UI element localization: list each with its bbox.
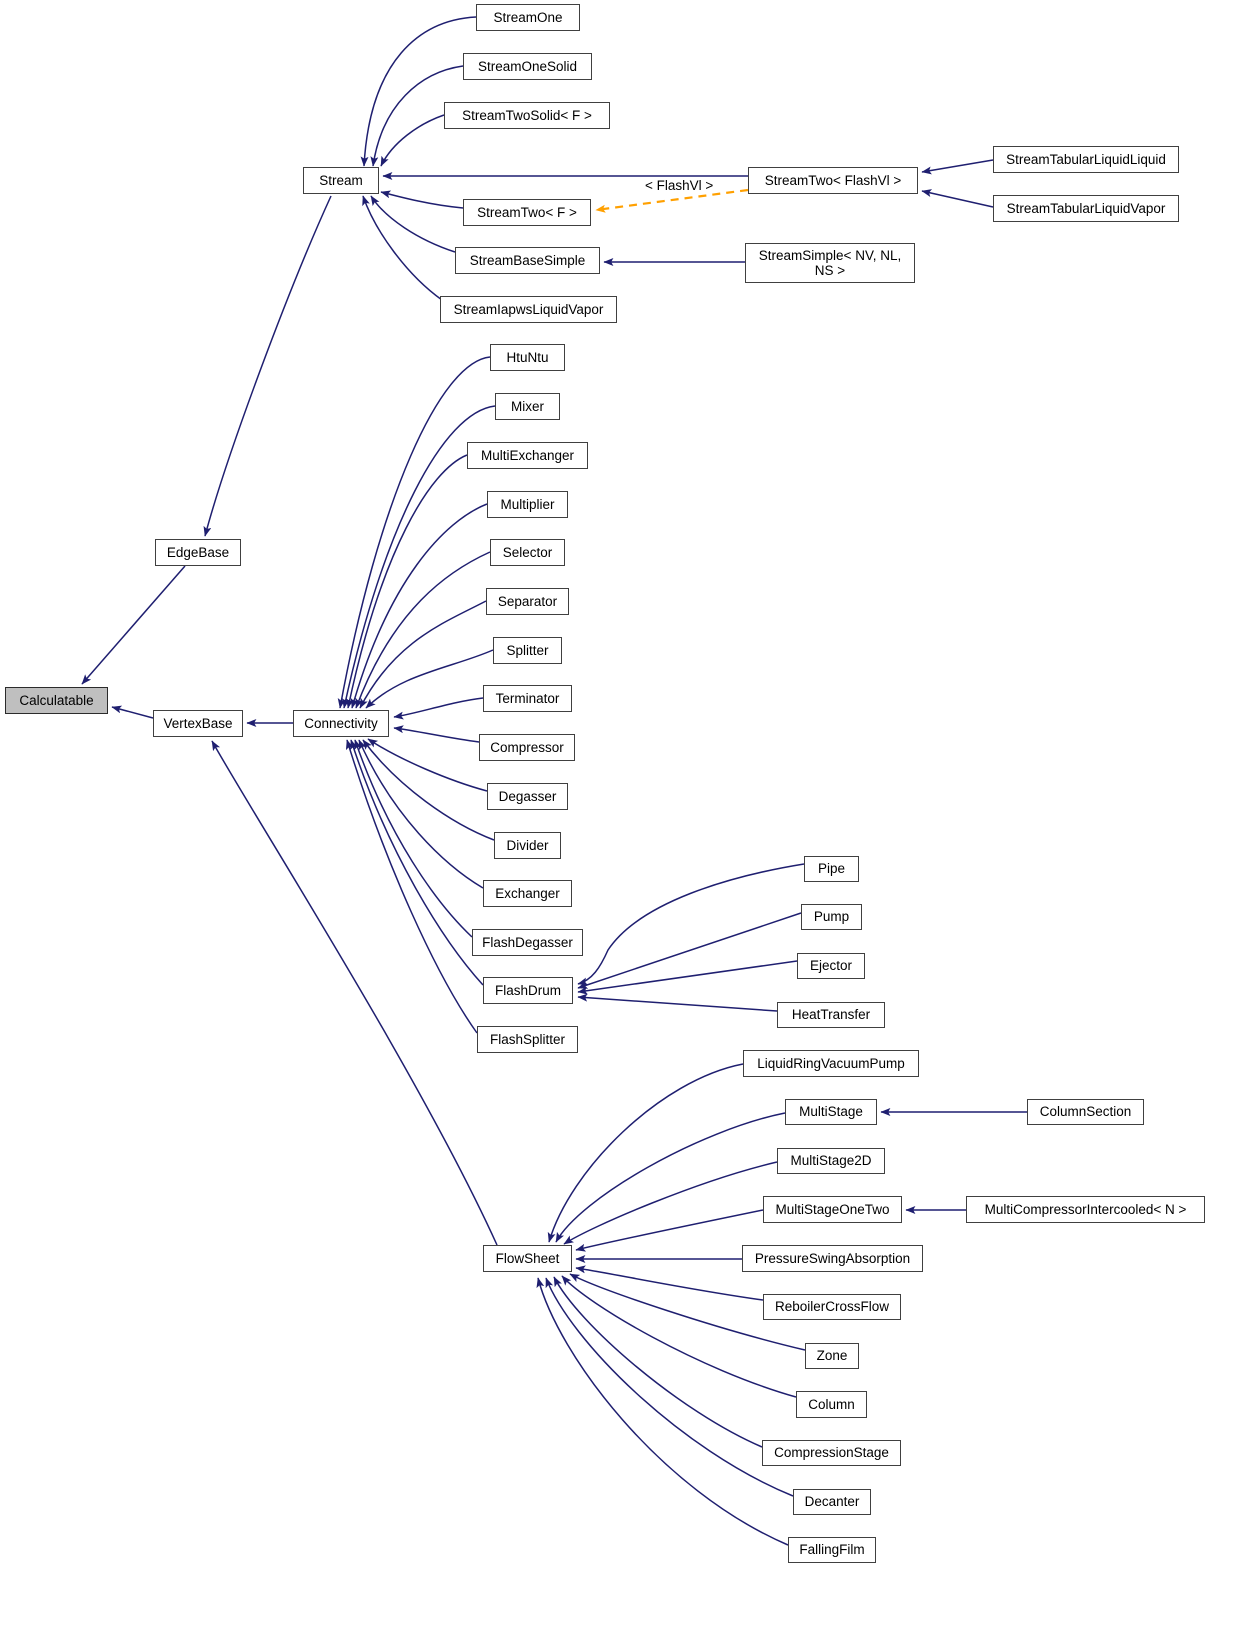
class-node-flash-degasser[interactable]: FlashDegasser (472, 929, 583, 956)
edge-vertex-base-to-calculatable (111, 705, 154, 719)
class-node-stream-one[interactable]: StreamOne (476, 4, 580, 31)
class-node-stream-two-f[interactable]: StreamTwo< F > (463, 199, 591, 226)
class-node-mixer[interactable]: Mixer (495, 393, 560, 420)
class-node-selector[interactable]: Selector (490, 539, 565, 566)
edge-flash-drum-to-connectivity (350, 739, 484, 986)
edge-multiplier-to-connectivity (350, 503, 488, 709)
edge-multi-stage-one-two-to-flow-sheet (575, 1209, 764, 1252)
edge-splitter-to-connectivity (365, 649, 494, 709)
edge-htu-ntu-to-connectivity (337, 356, 491, 709)
class-node-multiplier[interactable]: Multiplier (487, 491, 568, 518)
class-node-exchanger[interactable]: Exchanger (483, 880, 572, 907)
class-node-falling-film[interactable]: FallingFilm (788, 1537, 876, 1563)
edge-stream-to-edge-base (203, 195, 332, 537)
edge-heat-transfer-to-flash-drum (577, 993, 778, 1012)
class-node-stream-base-simple[interactable]: StreamBaseSimple (455, 247, 600, 274)
edge-flash-splitter-to-connectivity (345, 739, 478, 1034)
class-node-column-section[interactable]: ColumnSection (1027, 1099, 1144, 1125)
class-node-htu-ntu[interactable]: HtuNtu (490, 344, 565, 371)
class-node-stream-two-flashvl[interactable]: StreamTwo< FlashVl > (748, 167, 918, 194)
class-node-edge-base[interactable]: EdgeBase (155, 539, 241, 566)
edge-compressor-to-connectivity (393, 725, 480, 743)
class-node-flow-sheet[interactable]: FlowSheet (483, 1245, 572, 1272)
class-node-separator[interactable]: Separator (486, 588, 569, 615)
class-node-compression-stage[interactable]: CompressionStage (762, 1440, 901, 1466)
class-node-stream-simple-nv-nl-ns[interactable]: StreamSimple< NV, NL, NS > (745, 243, 915, 283)
class-node-pressure-swing-absorption[interactable]: PressureSwingAbsorption (742, 1245, 923, 1272)
edge-edge-base-to-calculatable (81, 565, 186, 685)
class-node-liquid-ring-vacuum-pump[interactable]: LiquidRingVacuumPump (743, 1050, 919, 1077)
edge-exchanger-to-connectivity (358, 739, 484, 889)
class-node-pipe[interactable]: Pipe (804, 856, 859, 882)
class-node-stream-iapws-liquid-vapor[interactable]: StreamIapwsLiquidVapor (440, 296, 617, 323)
class-node-multi-stage-2d[interactable]: MultiStage2D (777, 1148, 885, 1174)
class-node-column[interactable]: Column (796, 1391, 867, 1418)
edge-degasser-to-connectivity (367, 738, 488, 792)
class-node-divider[interactable]: Divider (494, 832, 561, 859)
edge-decanter-to-flow-sheet (545, 1277, 794, 1497)
class-node-zone[interactable]: Zone (805, 1343, 859, 1369)
edge-flow-sheet-to-vertex-base (211, 740, 498, 1246)
class-node-multi-exchanger[interactable]: MultiExchanger (467, 442, 588, 469)
class-node-splitter[interactable]: Splitter (493, 637, 562, 664)
edge-falling-film-to-flow-sheet (536, 1277, 789, 1546)
class-node-reboiler-cross-flow[interactable]: ReboilerCrossFlow (763, 1294, 901, 1320)
class-node-multi-stage-one-two[interactable]: MultiStageOneTwo (763, 1196, 902, 1223)
class-node-connectivity[interactable]: Connectivity (293, 710, 389, 737)
edge-pipe-to-flash-drum (577, 863, 805, 986)
class-node-terminator[interactable]: Terminator (483, 685, 572, 712)
edge-reboiler-cross-flow-to-flow-sheet (575, 1265, 764, 1301)
class-node-multi-compressor-intercooled[interactable]: MultiCompressorIntercooled< N > (966, 1196, 1205, 1223)
edge-stream-iapws-liquid-vapor-to-stream (362, 195, 443, 301)
class-node-degasser[interactable]: Degasser (487, 783, 568, 810)
edge-label-flashvl: < FlashVl > (645, 178, 714, 193)
edge-flash-degasser-to-connectivity (354, 739, 473, 938)
edge-divider-to-connectivity (362, 739, 495, 841)
class-node-flash-splitter[interactable]: FlashSplitter (477, 1026, 578, 1053)
inheritance-diagram: StreamOne StreamOneSolid StreamTwoSolid< F… (0, 0, 1260, 1633)
class-node-stream-tabular-liquid-liquid[interactable]: StreamTabularLiquidLiquid (993, 146, 1179, 173)
class-node-stream-one-solid[interactable]: StreamOneSolid (463, 53, 592, 80)
class-node-pump[interactable]: Pump (801, 904, 862, 930)
edge-ejector-to-flash-drum (577, 960, 798, 995)
class-node-multi-stage[interactable]: MultiStage (785, 1099, 877, 1125)
edge-multi-exchanger-to-connectivity (346, 454, 468, 709)
edge-separator-to-connectivity (359, 600, 487, 709)
class-node-stream[interactable]: Stream (303, 167, 379, 194)
edge-column-to-flow-sheet (561, 1275, 797, 1398)
edge-multi-stage-2d-to-flow-sheet (563, 1161, 778, 1245)
edge-stream-two-flashvl-to-stream-two-f (595, 188, 749, 213)
class-node-stream-tabular-liquid-vapor[interactable]: StreamTabularLiquidVapor (993, 195, 1179, 222)
class-node-flash-drum[interactable]: FlashDrum (483, 977, 573, 1004)
class-node-ejector[interactable]: Ejector (797, 953, 865, 979)
class-node-heat-transfer[interactable]: HeatTransfer (777, 1002, 885, 1028)
class-node-calculatable[interactable]: Calculatable (5, 687, 108, 714)
edge-multi-stage-to-flow-sheet (555, 1112, 786, 1243)
edge-stream-tabular-liquid-liquid-to-stream-two-flashvl (921, 159, 994, 175)
class-node-stream-two-solid-f[interactable]: StreamTwoSolid< F > (444, 102, 610, 129)
class-node-compressor[interactable]: Compressor (479, 734, 575, 761)
edge-stream-two-solid-f-to-stream (380, 114, 445, 167)
edge-stream-tabular-liquid-vapor-to-stream-two-flashvl (921, 189, 994, 208)
edge-stream-two-f-to-stream (380, 190, 464, 209)
edge-stream-base-simple-to-stream (370, 195, 456, 253)
edge-stream-one-to-stream (360, 16, 477, 167)
edge-terminator-to-connectivity (393, 697, 484, 720)
class-node-vertex-base[interactable]: VertexBase (153, 710, 243, 737)
edge-layer (81, 16, 1027, 1546)
class-node-decanter[interactable]: Decanter (793, 1489, 871, 1515)
edge-pump-to-flash-drum (577, 912, 802, 989)
edge-selector-to-connectivity (355, 551, 491, 709)
edge-liquid-ring-vacuum-pump-to-flow-sheet (547, 1063, 744, 1243)
edge-compression-stage-to-flow-sheet (553, 1276, 763, 1448)
